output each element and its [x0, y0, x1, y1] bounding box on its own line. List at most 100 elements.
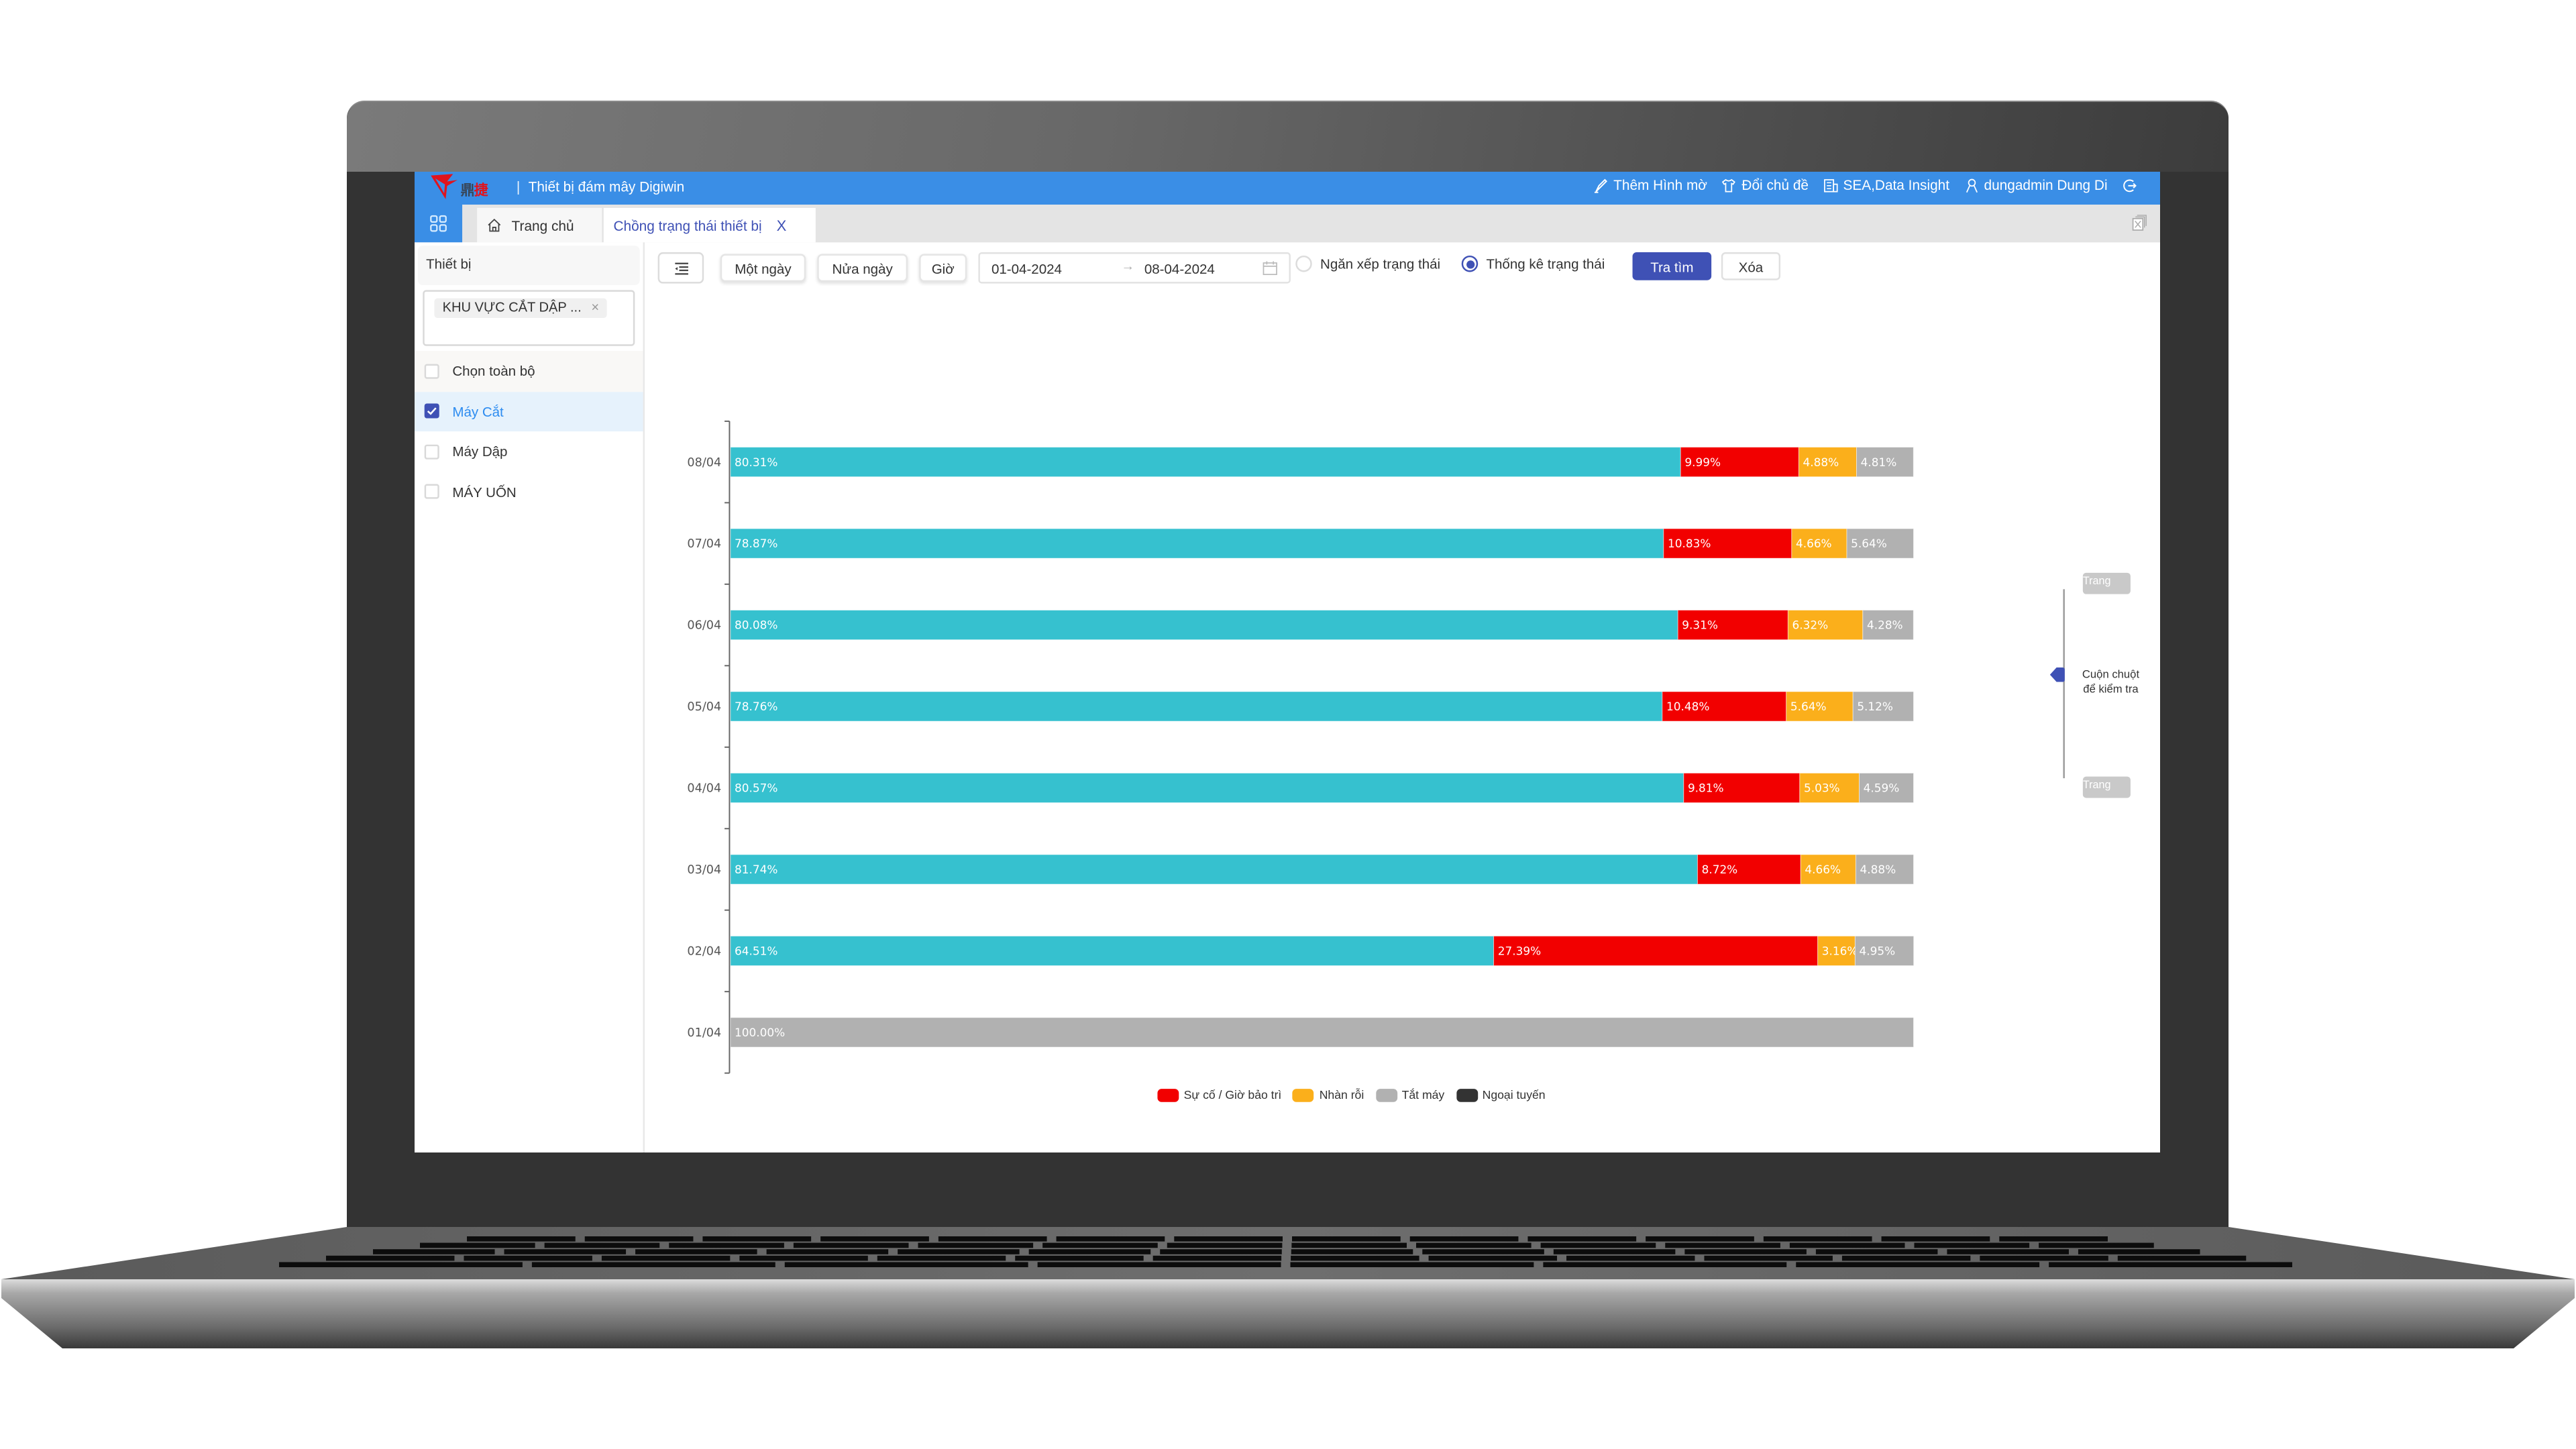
keyboard-key	[1881, 1236, 1990, 1242]
legend-label: Ngoại tuyến	[1482, 1087, 1546, 1102]
chart-legend: Sự cố / Giờ bảo trì Nhàn rỗi Tắt máy Ngoại …	[1157, 1087, 1548, 1102]
bar-data-label: 10.83%	[1668, 537, 1711, 550]
keyboard-key	[1152, 1255, 1282, 1261]
keyboard-key	[1815, 1249, 1938, 1254]
keyboard-key	[702, 1236, 812, 1242]
keyboard-key	[1056, 1236, 1165, 1242]
legend-item[interactable]: Nhàn rỗi	[1293, 1087, 1364, 1102]
keyboard-key	[1428, 1255, 1558, 1261]
keyboard-key	[464, 1255, 592, 1261]
bar-segment[interactable]	[1493, 935, 1819, 966]
prev-page-button[interactable]: Trang trước	[2082, 572, 2131, 594]
bar-data-label: 9.81%	[1688, 782, 1724, 795]
y-tick-label: 03/04	[687, 863, 721, 877]
keyboard-key	[601, 1255, 731, 1261]
keyboard-key	[1028, 1249, 1151, 1254]
y-tick-label: 02/04	[687, 945, 721, 959]
keyboard-key	[918, 1242, 1034, 1248]
keyboard-key	[1980, 1255, 2108, 1261]
bar-data-label: 4.59%	[1864, 782, 1900, 795]
legend-swatch	[1375, 1087, 1397, 1102]
bar-data-label: 4.66%	[1796, 537, 1832, 550]
keyboard-key	[1646, 1236, 1754, 1242]
bar-segment[interactable]	[730, 691, 1663, 722]
keyboard-key	[1416, 1242, 1532, 1248]
legend-item[interactable]: Tắt máy	[1375, 1087, 1444, 1102]
y-tick-label: 08/04	[687, 456, 721, 470]
keyboard-key	[1527, 1236, 1637, 1242]
bar-data-label: 100.00%	[735, 1026, 785, 1039]
keyboard-key	[1160, 1249, 1282, 1254]
keyboard-key	[1704, 1255, 1833, 1261]
app-window: 鼎捷 | Thiết bị đám mây Digiwin Thêm Hình m…	[415, 172, 2160, 1152]
keyboard-key	[1999, 1236, 2108, 1242]
keyboard-key	[793, 1242, 909, 1248]
bar-segment[interactable]	[730, 447, 1681, 478]
bar-segment[interactable]	[730, 772, 1684, 804]
legend-swatch	[1293, 1087, 1315, 1102]
legend-swatch	[1157, 1087, 1179, 1102]
keyboard-key	[2049, 1262, 2292, 1267]
bar-data-label: 5.03%	[1804, 782, 1840, 795]
keyboard-key	[1553, 1249, 1676, 1254]
keyboard-key	[2039, 1242, 2154, 1248]
keyboard-key	[326, 1255, 455, 1261]
keyboard-key	[820, 1236, 929, 1242]
keyboard-key	[635, 1249, 757, 1254]
legend-item[interactable]: Ngoại tuyến	[1456, 1087, 1546, 1102]
bar-data-label: 9.99%	[1684, 455, 1721, 469]
laptop-lid-sheen	[347, 102, 2229, 172]
keyboard-key	[584, 1236, 694, 1242]
keyboard-key	[1422, 1249, 1544, 1254]
next-page-button[interactable]: Trang sau	[2082, 776, 2131, 798]
status-bar-chart: 08/04 80.31% 9.99% 4.88% 4.81% 07/04 78.87% 10.…	[687, 420, 1915, 1074]
bar-segment[interactable]	[730, 854, 1698, 885]
keyboard-key	[544, 1242, 660, 1248]
keyboard-key	[766, 1249, 889, 1254]
bar-data-label: 78.76%	[735, 700, 777, 713]
keyboard-key	[739, 1255, 868, 1261]
keyboard-key	[279, 1262, 523, 1267]
keyboard-key	[898, 1249, 1020, 1254]
keyboard-key	[1796, 1262, 2040, 1267]
keyboard-key	[1665, 1242, 1780, 1248]
keyboard-key	[1291, 1242, 1407, 1248]
keyboard-key	[1763, 1236, 1872, 1242]
bar-segment[interactable]	[730, 610, 1678, 641]
bar-segment[interactable]	[730, 935, 1495, 966]
bar-data-label: 27.39%	[1498, 945, 1541, 958]
laptop-deck	[1, 1227, 2575, 1279]
bar-segment[interactable]	[730, 1017, 1914, 1048]
legend-item[interactable]: Sự cố / Giờ bảo trì	[1157, 1087, 1281, 1102]
keyboard-key	[1789, 1242, 1905, 1248]
legend-label: Tắt máy	[1401, 1087, 1445, 1102]
keyboard-key	[1291, 1249, 1413, 1254]
bar-data-label: 4.28%	[1867, 619, 1903, 632]
keyboard-key	[2117, 1255, 2247, 1261]
bar-data-label: 80.31%	[735, 455, 777, 469]
y-tick-label: 07/04	[687, 537, 721, 551]
keyboard-key	[669, 1242, 784, 1248]
bar-data-label: 5.12%	[1857, 700, 1893, 713]
keyboard-key	[1291, 1255, 1419, 1261]
bar-data-label: 78.87%	[735, 537, 777, 550]
bar-data-label: 4.66%	[1805, 863, 1841, 876]
keyboard-key	[2078, 1249, 2200, 1254]
bar-data-label: 5.64%	[1790, 700, 1827, 713]
keyboard-key	[1042, 1242, 1158, 1248]
laptop-screen: 鼎捷 | Thiết bị đám mây Digiwin Thêm Hình m…	[415, 172, 2160, 1152]
bar-data-label: 10.48%	[1666, 700, 1709, 713]
bar-data-label: 4.81%	[1861, 455, 1897, 469]
bar-data-label: 4.88%	[1860, 863, 1896, 876]
navigator-handle-icon[interactable]	[2049, 666, 2065, 683]
bar-data-label: 5.64%	[1851, 537, 1887, 550]
bar-data-label: 64.51%	[735, 945, 777, 958]
legend-label: Nhàn rỗi	[1319, 1087, 1364, 1102]
bar-data-label: 9.31%	[1682, 619, 1718, 632]
bar-data-label: 81.74%	[735, 863, 777, 876]
status-chart: 08/04 80.31% 9.99% 4.88% 4.81% 07/04 78.87% 10.…	[415, 172, 2160, 1152]
keyboard-key	[1292, 1236, 1401, 1242]
bar-segment[interactable]	[730, 528, 1664, 559]
keyboard-key	[938, 1236, 1047, 1242]
keyboard-key	[1037, 1262, 1281, 1267]
